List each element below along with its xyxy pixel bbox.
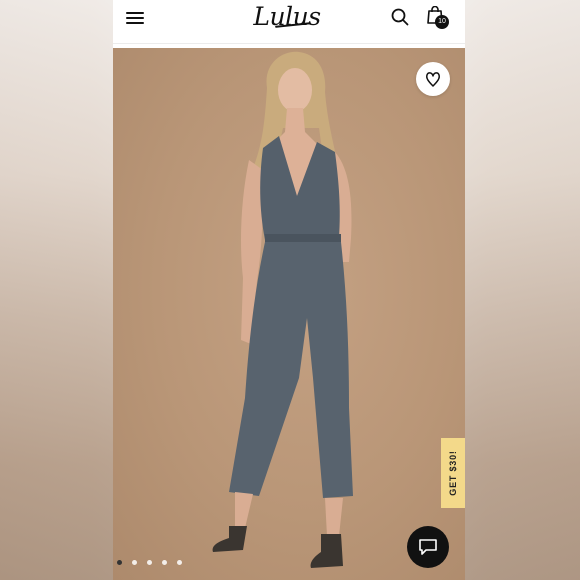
heart-icon	[426, 72, 440, 87]
carousel-dots	[117, 560, 187, 570]
site-header: Lulus 10	[113, 0, 465, 44]
carousel-dot-1[interactable]	[117, 560, 122, 565]
promo-label: GET $30!	[448, 450, 458, 496]
favorite-button[interactable]	[416, 62, 450, 96]
hamburger-menu-icon[interactable]	[126, 10, 144, 26]
product-image[interactable]: GET $30!	[113, 48, 465, 580]
carousel-dot-4[interactable]	[162, 560, 167, 565]
bag-count-badge: 10	[435, 15, 449, 29]
blurred-backdrop-left	[0, 0, 113, 580]
brand-logo[interactable]: Lulus	[247, 2, 327, 34]
carousel-dot-5[interactable]	[177, 560, 182, 565]
search-icon[interactable]	[391, 8, 409, 26]
blurred-backdrop-right	[465, 0, 580, 580]
mobile-screen: Lulus 10 GET $30!	[113, 0, 465, 580]
model-in-jumpsuit-image	[212, 51, 353, 568]
chat-button[interactable]	[407, 526, 449, 568]
carousel-dot-2[interactable]	[132, 560, 137, 565]
carousel-dot-3[interactable]	[147, 560, 152, 565]
promo-tab[interactable]: GET $30!	[441, 438, 465, 508]
chat-bubble-icon	[419, 539, 437, 555]
